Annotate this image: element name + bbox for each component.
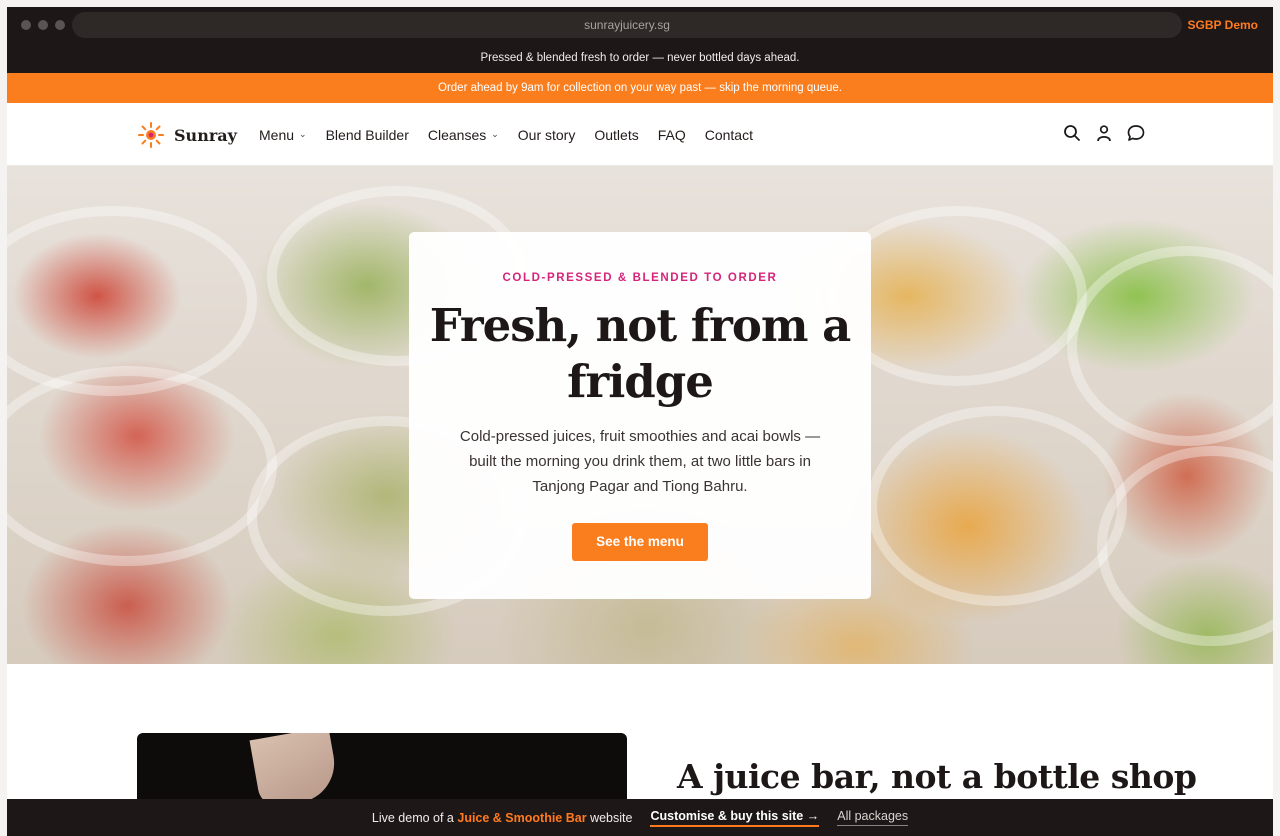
see-menu-button[interactable]: See the menu	[572, 523, 708, 561]
promo-bar: Order ahead by 9am for collection on you…	[7, 73, 1273, 103]
main-nav: Menu ⌄ Blend Builder Cleanses ⌄ Our stor…	[259, 103, 753, 166]
chevron-down-icon: ⌄	[491, 129, 499, 139]
nav-item-outlets[interactable]: Outlets	[594, 127, 638, 143]
brand-name: Sunray	[174, 125, 237, 145]
glass-rim	[1067, 246, 1273, 446]
hero-card: COLD-PRESSED & BLENDED TO ORDER Fresh, n…	[409, 232, 871, 599]
account-icon[interactable]	[1095, 124, 1113, 142]
demo-type: Juice & Smoothie Bar	[457, 810, 587, 825]
close-dot-icon[interactable]	[21, 20, 31, 30]
chevron-down-icon: ⌄	[299, 129, 307, 139]
nav-item-label: Our story	[517, 126, 576, 143]
nav-item-faq[interactable]: FAQ	[658, 127, 686, 143]
nav-item-label: Contact	[704, 126, 753, 143]
glass-rim	[7, 366, 277, 566]
nav-item-cleanses[interactable]: Cleanses ⌄	[428, 127, 499, 143]
maximize-dot-icon[interactable]	[55, 20, 65, 30]
demo-prefix: Live demo of a	[371, 810, 454, 825]
glass-rim	[867, 406, 1127, 606]
nav-item-blend-builder[interactable]: Blend Builder	[326, 127, 409, 143]
minimize-dot-icon[interactable]	[38, 20, 48, 30]
nav-item-label: Menu	[259, 126, 295, 143]
sun-logo-icon	[138, 122, 164, 148]
customise-buy-link[interactable]: Customise & buy this site →	[650, 809, 820, 827]
demo-tag[interactable]: SGBP Demo	[1188, 18, 1258, 32]
nav-item-contact[interactable]: Contact	[705, 127, 753, 143]
address-bar[interactable]: sunrayjuicery.sg	[72, 12, 1182, 38]
arm-photo-detail	[249, 733, 341, 810]
hero-eyebrow: COLD-PRESSED & BLENDED TO ORDER	[502, 272, 778, 284]
demo-label: Live demo of a Juice & Smoothie Bar webs…	[372, 811, 633, 825]
browser-chrome: sunrayjuicery.sg SGBP Demo	[7, 7, 1273, 43]
site-logo[interactable]: Sunray	[137, 121, 237, 149]
nav-item-label: Outlets	[594, 126, 639, 143]
window-controls	[21, 20, 65, 30]
header-actions	[1063, 124, 1145, 142]
announcement-bar: Pressed & blended fresh to order — never…	[7, 43, 1273, 73]
search-icon[interactable]	[1063, 124, 1081, 142]
about-title: A juice bar, not a bottle shop	[677, 757, 1197, 796]
nav-item-label: Blend Builder	[325, 126, 409, 143]
nav-item-our-story[interactable]: Our story	[518, 127, 576, 143]
hero-section: COLD-PRESSED & BLENDED TO ORDER Fresh, n…	[7, 166, 1273, 664]
nav-item-label: Cleanses	[427, 126, 487, 143]
site-header: Sunray Menu ⌄ Blend Builder Cleanses ⌄ O…	[7, 103, 1273, 166]
demo-bar: Live demo of a Juice & Smoothie Bar webs…	[7, 799, 1273, 836]
page-frame: sunrayjuicery.sg SGBP Demo Pressed & ble…	[7, 7, 1273, 836]
demo-suffix: website	[590, 810, 633, 825]
chat-icon[interactable]	[1127, 124, 1145, 142]
glass-rim	[1097, 446, 1273, 646]
all-packages-link[interactable]: All packages	[837, 809, 909, 826]
hero-description: Cold-pressed juices, fruit smoothies and…	[459, 428, 821, 495]
nav-item-menu[interactable]: Menu ⌄	[259, 127, 307, 143]
nav-item-label: FAQ	[657, 126, 686, 143]
hero-title: Fresh, not from a fridge	[429, 299, 852, 408]
